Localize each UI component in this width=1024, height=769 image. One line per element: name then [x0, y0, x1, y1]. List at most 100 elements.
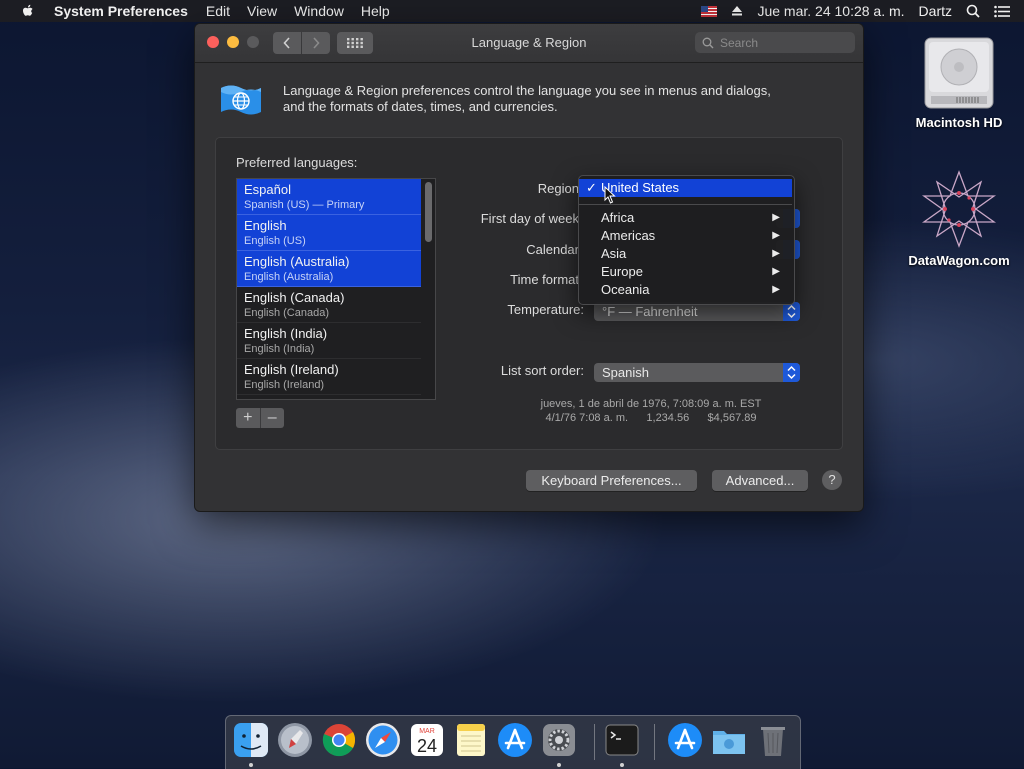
language-name: English (India): [244, 326, 328, 341]
system-preferences-icon[interactable]: [540, 721, 578, 759]
trash-icon[interactable]: [754, 721, 792, 759]
region-option-oceania[interactable]: Oceania ▶: [579, 281, 792, 299]
list-item[interactable]: English (India) English (India): [237, 323, 421, 359]
temperature-label: Temperature:: [507, 302, 584, 317]
app-store-icon[interactable]: [496, 721, 534, 759]
checkmark-icon: ✓: [586, 180, 597, 195]
menu-bar: System Preferences Edit View Window Help…: [0, 0, 1024, 22]
menu-window[interactable]: Window: [294, 3, 344, 19]
desktop-icon-label: Macintosh HD: [915, 115, 1003, 130]
mouse-cursor-icon: [604, 186, 616, 204]
language-subtitle: English (Canada): [244, 307, 329, 319]
apple-icon[interactable]: [20, 3, 36, 19]
intro-line-1: Language & Region preferences control th…: [283, 83, 771, 98]
list-item[interactable]: English (Ireland) English (Ireland): [237, 359, 421, 395]
running-indicator: [620, 763, 624, 767]
window-titlebar[interactable]: Language & Region Search: [195, 24, 863, 63]
notes-icon[interactable]: [452, 721, 490, 759]
eject-icon[interactable]: [731, 5, 743, 17]
list-scrollbar[interactable]: [425, 182, 432, 242]
intro-description: Language & Region preferences control th…: [283, 83, 803, 115]
search-field[interactable]: Search: [695, 32, 855, 53]
running-indicator: [557, 763, 561, 767]
language-name: English: [244, 218, 287, 233]
user-name[interactable]: Dartz: [919, 3, 952, 19]
submenu-arrow-icon: ▶: [772, 266, 780, 277]
calendar-month-text: MAR: [419, 728, 435, 735]
list-sort-popup[interactable]: Spanish: [594, 363, 800, 382]
notification-center-icon[interactable]: [994, 5, 1010, 18]
search-placeholder: Search: [720, 35, 759, 50]
language-name: English (Canada): [244, 290, 345, 305]
submenu-arrow-icon: ▶: [772, 248, 780, 259]
add-language-button[interactable]: +: [236, 408, 261, 428]
safari-icon[interactable]: [364, 721, 402, 759]
region-option-label: Africa: [601, 210, 635, 225]
list-item[interactable]: Español Spanish (US) — Primary: [237, 179, 421, 215]
add-remove-control: + –: [236, 408, 284, 428]
language-subtitle: Spanish (US) — Primary: [244, 199, 365, 211]
region-option-asia[interactable]: Asia ▶: [579, 245, 792, 263]
preferred-languages-list[interactable]: Español Spanish (US) — Primary English E…: [236, 178, 436, 400]
region-option-americas[interactable]: Americas ▶: [579, 227, 792, 245]
temperature-value: °F — Fahrenheit: [602, 304, 698, 319]
region-label: Region: [537, 181, 579, 196]
dock: MAR 24: [225, 715, 801, 769]
format-sample-short: 4/1/76 7:08 a. m. 1,234.56 $4,567.89: [545, 412, 757, 424]
language-subtitle: English (Australia): [244, 271, 334, 283]
first-day-label: First day of week: [480, 211, 579, 226]
menu-help[interactable]: Help: [361, 3, 390, 19]
region-option-label: Asia: [601, 246, 627, 261]
region-option-label: Europe: [601, 264, 643, 279]
finder-icon[interactable]: [232, 721, 270, 759]
running-indicator: [249, 763, 253, 767]
help-button[interactable]: ?: [822, 470, 842, 490]
advanced-button[interactable]: Advanced...: [712, 470, 808, 491]
list-item[interactable]: English (Canada) English (Canada): [237, 287, 421, 323]
list-item[interactable]: English (Australia) English (Australia): [237, 251, 421, 287]
popup-arrows-icon: [783, 363, 800, 382]
submenu-arrow-icon: ▶: [772, 212, 780, 223]
format-sample-long: jueves, 1 de abril de 1976, 7:08:09 a. m…: [540, 398, 762, 410]
region-option-europe[interactable]: Europe ▶: [579, 263, 792, 281]
calendar-label: Calendar: [526, 242, 579, 257]
calendar-icon[interactable]: MAR 24: [408, 721, 446, 759]
desktop-icon-datawagon[interactable]: DataWagon.com: [900, 168, 1018, 268]
language-subtitle: English (US): [244, 235, 306, 247]
remove-language-button[interactable]: –: [260, 408, 284, 428]
dock-separator: [594, 724, 595, 760]
list-sort-label: List sort order:: [500, 363, 584, 378]
launchpad-icon[interactable]: [276, 721, 314, 759]
language-subtitle: English (India): [244, 343, 315, 355]
menu-app-name[interactable]: System Preferences: [54, 3, 188, 19]
desktop-icon-macintosh-hd[interactable]: Macintosh HD: [906, 34, 1012, 130]
clock[interactable]: Jue mar. 24 10:28 a. m.: [757, 3, 904, 19]
region-option-africa[interactable]: Africa ▶: [579, 209, 792, 227]
hard-drive-icon: [924, 37, 994, 109]
submenu-arrow-icon: ▶: [772, 230, 780, 241]
list-sort-value: Spanish: [602, 365, 649, 380]
downloads-folder-icon[interactable]: [710, 721, 748, 759]
menu-edit[interactable]: Edit: [206, 3, 230, 19]
language-name: Español: [244, 182, 291, 197]
menu-separator: [579, 204, 792, 205]
desktop-icon-label: DataWagon.com: [908, 253, 1010, 268]
terminal-icon[interactable]: [603, 721, 641, 759]
preferred-languages-label: Preferred languages:: [236, 155, 358, 170]
chrome-icon[interactable]: [320, 721, 358, 759]
time-format-label: Time format: [510, 272, 579, 287]
search-icon: [702, 37, 714, 48]
submenu-arrow-icon: ▶: [772, 284, 780, 295]
spotlight-search-icon[interactable]: [966, 4, 980, 18]
language-subtitle: English (Ireland): [244, 379, 325, 391]
calendar-day-text: 24: [417, 736, 437, 756]
list-item[interactable]: English English (US): [237, 215, 421, 251]
datawagon-logo-icon: [921, 170, 997, 248]
input-source-flag-icon[interactable]: [701, 5, 718, 17]
applications-folder-icon[interactable]: [666, 721, 704, 759]
language-name: English (Australia): [244, 254, 350, 269]
language-flag-globe-icon: [221, 85, 261, 115]
dock-separator: [654, 724, 655, 760]
keyboard-preferences-button[interactable]: Keyboard Preferences...: [526, 470, 697, 491]
menu-view[interactable]: View: [247, 3, 277, 19]
